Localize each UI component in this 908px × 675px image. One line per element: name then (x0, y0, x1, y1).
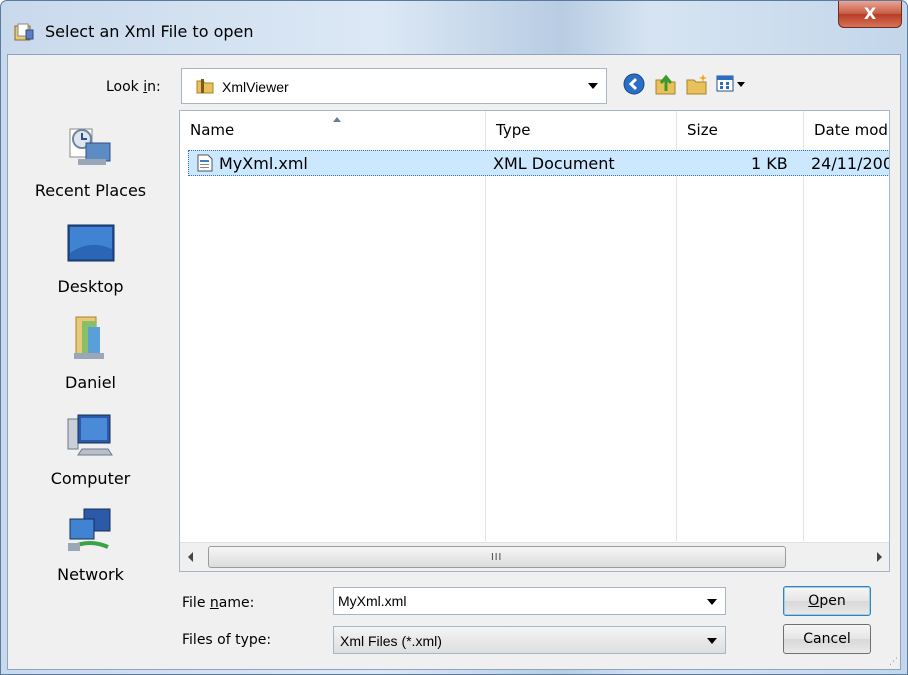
recent-places-icon (69, 128, 111, 165)
file-type-value: Xml Files (*.xml) (340, 633, 442, 649)
close-icon: X (863, 4, 877, 23)
column-header-type[interactable]: Type (486, 111, 676, 149)
desktop-icon (67, 224, 115, 262)
file-type-dropdown[interactable]: Xml Files (*.xml) (333, 626, 726, 654)
file-name-label: File name: (182, 595, 255, 611)
column-header-name[interactable]: Name (180, 111, 485, 149)
place-recent-places[interactable]: Recent Places (8, 121, 173, 211)
place-daniel[interactable]: Daniel (8, 313, 173, 403)
file-date: 24/11/200 (811, 154, 890, 173)
look-in-dropdown[interactable]: XmlViewer (181, 68, 607, 104)
new-folder-icon[interactable] (684, 71, 710, 97)
column-header-size[interactable]: Size (677, 111, 803, 149)
view-menu-icon[interactable] (714, 71, 748, 97)
chevron-down-icon (707, 638, 717, 644)
computer-icon (67, 414, 113, 456)
column-header-date[interactable]: Date mod (804, 111, 889, 149)
file-name-combo[interactable] (333, 587, 726, 615)
file-row[interactable]: MyXml.xml XML Document 1 KB 24/11/200 (188, 150, 890, 176)
xml-file-icon (197, 154, 213, 172)
network-icon (68, 508, 111, 551)
open-button[interactable]: Open (783, 586, 871, 616)
chevron-down-icon (588, 83, 598, 89)
file-name: MyXml.xml (219, 154, 308, 173)
place-computer[interactable]: Computer (8, 409, 173, 499)
dialog-app-icon (14, 23, 34, 41)
file-type: XML Document (493, 154, 615, 173)
file-list[interactable]: Name Type Size Date mod MyXml.xml XML Do… (179, 110, 890, 572)
back-arrow-icon[interactable] (621, 71, 647, 97)
user-folder-icon (74, 316, 104, 359)
scroll-left-arrow-icon[interactable] (188, 552, 193, 562)
dialog-window: Select an Xml File to open X Look in: Xm… (0, 0, 908, 675)
file-size: 1 KB (751, 154, 788, 173)
chevron-down-icon[interactable] (707, 599, 717, 605)
place-network[interactable]: Network (8, 505, 173, 595)
up-folder-icon[interactable] (653, 71, 679, 97)
folder-icon (196, 79, 214, 94)
scrollbar-thumb[interactable]: III (208, 546, 786, 568)
close-button[interactable]: X (838, 1, 902, 28)
look-in-value: XmlViewer (222, 79, 289, 95)
sort-ascending-icon (333, 117, 341, 122)
dialog-title: Select an Xml File to open (45, 22, 254, 41)
file-name-input[interactable] (338, 591, 698, 611)
cancel-button[interactable]: Cancel (783, 624, 871, 654)
places-bar: Recent Places Desktop Daniel Computer Ne… (8, 113, 173, 593)
dialog-client: Look in: XmlViewer Recent Places Desktop… (7, 54, 901, 670)
place-desktop[interactable]: Desktop (8, 217, 173, 307)
look-in-label: Look in: (106, 79, 161, 95)
grip-icon: III (491, 552, 503, 563)
horizontal-scrollbar[interactable]: III (180, 542, 889, 571)
file-type-label: Files of type: (182, 632, 272, 648)
scroll-right-arrow-icon[interactable] (877, 552, 882, 562)
resize-grip-icon[interactable]: ⋰ (889, 656, 898, 667)
